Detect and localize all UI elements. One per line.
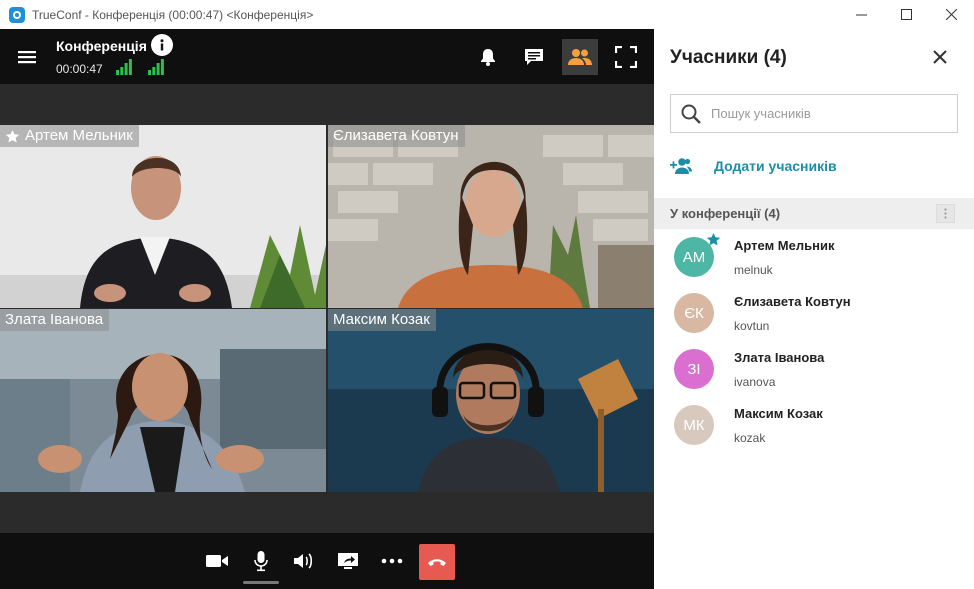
section-label: У конференції (4) — [670, 206, 781, 221]
trueconf-logo-icon — [9, 6, 25, 23]
participant-name: Максим Козак — [734, 406, 823, 421]
participant-name-tag: Злата Іванова — [0, 309, 110, 331]
window-titlebar: TrueConf - Конференція (00:00:47) <Конфе… — [0, 0, 974, 29]
participants-panel: Учасники (4) Додати учасників У конферен… — [654, 29, 974, 589]
participant-login: ivanova — [734, 375, 776, 389]
participant-list-item[interactable]: МК Максим Козак kozak — [654, 397, 974, 453]
in-conference-section-header: У конференції (4) — [654, 198, 974, 229]
conference-header: Конференція 00:00:47 — [0, 29, 654, 84]
fullscreen-icon[interactable] — [608, 39, 644, 75]
signal-strength-icon — [148, 59, 164, 75]
participant-list: AM Артем Мельник melnuk ЄК Єлизавета Ков… — [654, 229, 974, 453]
close-icon[interactable] — [930, 47, 950, 67]
avatar: ЗІ — [674, 349, 714, 389]
avatar: МК — [674, 405, 714, 445]
call-controls-bar — [0, 533, 654, 589]
video-grid: Артем Мельник Єлизавета Ковтун Злата Іва… — [0, 125, 654, 492]
participant-name: Злата Іванова — [5, 311, 104, 328]
window-title: TrueConf - Конференція (00:00:47) <Конфе… — [32, 7, 314, 22]
participant-name: Максим Козак — [333, 311, 430, 328]
microphone-level-indicator — [243, 581, 279, 584]
camera-icon[interactable] — [200, 544, 234, 578]
participant-name: Артем Мельник — [25, 127, 133, 144]
conference-area: Конференція 00:00:47 Артем Мельник Єлиза… — [0, 29, 654, 589]
section-more-icon[interactable] — [936, 204, 955, 223]
video-top-spacer — [0, 84, 654, 125]
participant-login: kovtun — [734, 319, 770, 333]
participant-name: Єлизавета Ковтун — [333, 127, 459, 144]
owner-star-icon — [706, 232, 721, 246]
signal-strength-icon — [116, 59, 132, 75]
participant-search[interactable] — [670, 94, 958, 133]
participant-list-item[interactable]: ЗІ Злата Іванова ivanova — [654, 341, 974, 397]
search-icon — [681, 104, 701, 124]
participant-list-item[interactable]: AM Артем Мельник melnuk — [654, 229, 974, 285]
participant-list-item[interactable]: ЄК Єлизавета Ковтун kovtun — [654, 285, 974, 341]
add-user-icon — [670, 158, 692, 174]
add-participants-label: Додати учасників — [714, 158, 837, 174]
maximize-button[interactable] — [884, 0, 929, 29]
owner-star-icon — [5, 129, 20, 142]
participant-video — [328, 125, 654, 308]
video-tile[interactable]: Максим Козак — [328, 309, 654, 492]
participant-video — [0, 309, 326, 492]
conference-timer: 00:00:47 — [56, 62, 103, 76]
participant-name: Артем Мельник — [734, 238, 835, 253]
video-tile[interactable]: Злата Іванова — [0, 309, 326, 492]
add-participants-button[interactable]: Додати учасників — [670, 154, 837, 178]
minimize-button[interactable] — [839, 0, 884, 29]
menu-icon[interactable] — [17, 47, 37, 67]
participant-name: Злата Іванова — [734, 350, 825, 365]
microphone-icon[interactable] — [244, 544, 278, 578]
notifications-bell-icon[interactable] — [470, 39, 506, 75]
video-tile[interactable]: Артем Мельник — [0, 125, 326, 308]
avatar: ЄК — [674, 293, 714, 333]
participant-name-tag: Артем Мельник — [0, 125, 139, 147]
window-close-button[interactable] — [929, 0, 974, 29]
screen-share-icon[interactable] — [331, 544, 365, 578]
search-input[interactable] — [711, 106, 951, 121]
participant-video — [0, 125, 326, 308]
speaker-icon[interactable] — [287, 544, 321, 578]
conference-title: Конференція — [56, 38, 147, 54]
participant-login: kozak — [734, 431, 766, 445]
video-tile[interactable]: Єлизавета Ковтун — [328, 125, 654, 308]
chat-icon[interactable] — [516, 39, 552, 75]
participant-name-tag: Максим Козак — [328, 309, 436, 331]
participant-video — [328, 309, 654, 492]
end-call-button[interactable] — [419, 544, 455, 580]
panel-title: Учасники (4) — [670, 47, 787, 68]
participant-name-tag: Єлизавета Ковтун — [328, 125, 465, 147]
video-bottom-spacer — [0, 492, 654, 533]
participants-icon[interactable] — [562, 39, 598, 75]
participant-name: Єлизавета Ковтун — [734, 294, 851, 309]
info-icon[interactable] — [151, 34, 173, 56]
participant-login: melnuk — [734, 263, 773, 277]
more-options-icon[interactable] — [375, 544, 409, 578]
